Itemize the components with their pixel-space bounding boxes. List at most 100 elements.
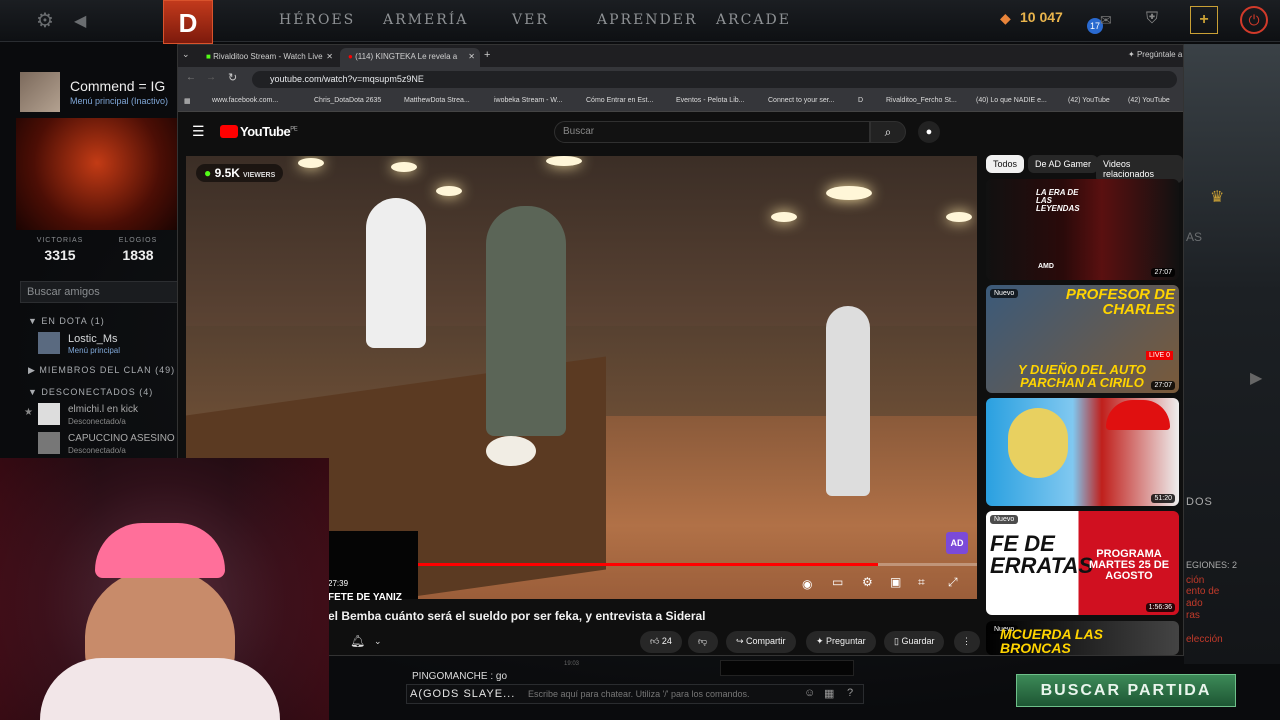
related-video-3[interactable]: 51:20 (986, 398, 1179, 506)
friend-name[interactable]: elmichi.l en kick (68, 404, 138, 415)
offline-count: (4) (139, 387, 154, 397)
bookmark[interactable]: Rivalditoo_Fercho St... (886, 97, 957, 104)
related-video-1[interactable]: LA ERA DE LAS LEYENDAS AMD 27:07 (986, 179, 1179, 280)
bookmark[interactable]: MatthewDota Strea... (404, 97, 470, 104)
close-icon[interactable]: ✕ (468, 52, 475, 61)
save-button[interactable]: ▯ Guardar (884, 631, 945, 653)
ask-button[interactable]: ✦ Preguntar (806, 631, 876, 653)
chip-channel[interactable]: De AD Gamer (1028, 155, 1099, 173)
tab-youtube[interactable]: ● (114) KINGTEKA Le revela a ✕ (340, 48, 480, 67)
new-tab-icon[interactable]: + (484, 49, 490, 61)
chat-wheel-icon[interactable]: ▦ (824, 687, 834, 700)
bookmark[interactable]: Chris_DotaDota 2635 (314, 97, 381, 104)
friend-search-input[interactable]: Buscar amigos (20, 281, 178, 303)
settings-gear-icon[interactable]: ⚙ (36, 8, 54, 33)
lamp (391, 162, 417, 172)
related-video-2[interactable]: Nuevo PROFESOR DE CHARLES Y DUEÑO DEL AU… (986, 285, 1179, 393)
clan-header[interactable]: ▶ MIEMBROS DEL CLAN (49) (28, 365, 175, 376)
armory-shield-icon[interactable]: ⛨ (1146, 10, 1158, 28)
chevron-down-icon[interactable]: ⌄ (374, 636, 382, 647)
offline-header[interactable]: ▼ DESCONECTADOS (4) (28, 387, 153, 397)
related-video-4[interactable]: Nuevo FE DE ERRATAS PROGRAMA MARTES 25 D… (986, 511, 1179, 615)
thumb-title: PROFESOR DE CHARLES (1065, 286, 1175, 318)
friend-name[interactable]: CAPUCCINO ASESINO (68, 433, 175, 444)
bookmark[interactable]: D (858, 97, 863, 104)
bell-icon[interactable]: 🔔︎ (350, 634, 365, 648)
nav-heroes[interactable]: HÉROES (279, 12, 355, 28)
apps-grid-icon[interactable]: ▦ (184, 97, 191, 105)
subtitles-icon[interactable]: ▭ (832, 575, 843, 589)
bookmark[interactable]: Connect to your ser... (768, 97, 835, 104)
youtube-logo[interactable]: YouTubePE (220, 124, 298, 139)
viewers-count: 9.5K (214, 166, 240, 180)
commends-value: 1838 (122, 247, 154, 263)
dota-logo[interactable]: D (163, 0, 213, 44)
close-icon[interactable]: ✕ (326, 52, 333, 61)
live-dot-icon: ● (204, 166, 212, 180)
miniplayer-icon[interactable]: ▣ (890, 575, 901, 589)
chat-channel[interactable]: A(GODS SLAYE... (410, 688, 515, 700)
channel-watermark[interactable]: AD (946, 532, 968, 554)
save-label: Guardar (901, 636, 935, 646)
bookmark[interactable]: www.facebook.com... (212, 97, 278, 104)
bookmark[interactable]: (42) YouTube (1068, 97, 1110, 104)
youtube-brand: YouTube (240, 124, 291, 139)
more-icon[interactable]: ⋮ (954, 631, 980, 653)
trophy-icon[interactable]: ♛ (1210, 187, 1224, 207)
bookmark[interactable]: (42) YouTube (1128, 97, 1170, 104)
friend-name[interactable]: Lostic_Ms (68, 333, 118, 345)
in-dota-header[interactable]: ▼ EN DOTA (1) (28, 316, 105, 326)
right-text-8: elección (1186, 634, 1223, 645)
menu-icon[interactable]: ☰ (192, 123, 205, 140)
find-match-button[interactable]: BUSCAR PARTIDA (1016, 674, 1236, 707)
mic-icon[interactable]: ● (918, 121, 940, 143)
chat-input[interactable]: Escribe aquí para chatear. Utiliza '/' p… (528, 689, 750, 699)
mail-icon[interactable]: ✉ (1100, 12, 1112, 29)
search-icon[interactable]: ⌕ (870, 121, 906, 143)
like-button[interactable]: 👍︎ 24 (640, 631, 682, 653)
profile-panel: Commend = IG Menú principal (Inactivo) V… (16, 66, 178, 466)
nav-armory[interactable]: ARMERÍA (383, 12, 468, 28)
bookmark[interactable]: Eventos - Pelota Lib... (676, 97, 744, 104)
share-button[interactable]: ↪ Compartir (726, 631, 796, 653)
forward-icon[interactable]: → (206, 72, 216, 83)
nav-learn[interactable]: APRENDER (597, 12, 698, 28)
address-bar-row: ← → ↻ youtube.com/watch?v=mqsupm5z9NE (178, 67, 1183, 92)
nav-arcade[interactable]: ARCADE (716, 12, 791, 28)
waiter (826, 306, 870, 496)
friend-avatar[interactable] (38, 432, 60, 454)
url-field[interactable]: youtube.com/watch?v=mqsupm5z9NE (252, 71, 1177, 88)
bookmark[interactable]: Cómo Entrar en Est... (586, 97, 653, 104)
thumb-title: FE DE ERRATAS (990, 531, 1094, 578)
friend-avatar[interactable] (38, 403, 60, 425)
related-video-5[interactable]: Nuevo MCUERDA LAS BRONCAS (986, 621, 1179, 655)
bookmark[interactable]: (40) Lo que NADIE e... (976, 97, 1047, 104)
fullscreen-icon[interactable]: ⤢ (948, 575, 958, 590)
youtube-search-input[interactable]: Buscar (554, 121, 870, 143)
nav-watch[interactable]: VER (512, 12, 549, 28)
back-arrow-icon[interactable]: ◀ (74, 11, 86, 31)
star-icon[interactable]: ★ (24, 407, 33, 418)
tab-search-icon[interactable]: ⌄ (182, 49, 190, 60)
profile-name[interactable]: Commend = IG (70, 78, 165, 94)
tab-rivalditoo[interactable]: ■ Rivalditoo Stream - Watch Live ✕ (198, 48, 338, 67)
bookmark[interactable]: iwobeka Stream - W... (494, 97, 562, 104)
back-icon[interactable]: ← (186, 72, 196, 83)
chip-all[interactable]: Todos (986, 155, 1025, 173)
power-icon[interactable]: ⏻ (1240, 6, 1268, 34)
avatar[interactable] (20, 72, 60, 112)
dislike-button[interactable]: 👎︎ (688, 631, 718, 653)
settings-icon[interactable]: ⚙ (862, 575, 873, 589)
cast-icon[interactable]: ⌗ (918, 575, 925, 590)
ask-label: Preguntar (826, 636, 866, 646)
caption-text: FETE DE YANIZ (328, 592, 402, 603)
reload-icon[interactable]: ↻ (228, 71, 237, 84)
help-icon[interactable]: ? (847, 687, 853, 699)
ask-gemini-button[interactable]: ✦ Pregúntale a (1128, 50, 1182, 59)
emoji-icon[interactable]: ☺ (804, 687, 815, 699)
friend-avatar[interactable] (38, 332, 60, 354)
hero-portrait[interactable] (16, 118, 178, 230)
next-arrow-icon[interactable]: ▶ (1250, 368, 1262, 388)
plus-icon[interactable]: + (1190, 6, 1218, 34)
autoplay-toggle-icon[interactable]: ◉ (802, 577, 812, 591)
